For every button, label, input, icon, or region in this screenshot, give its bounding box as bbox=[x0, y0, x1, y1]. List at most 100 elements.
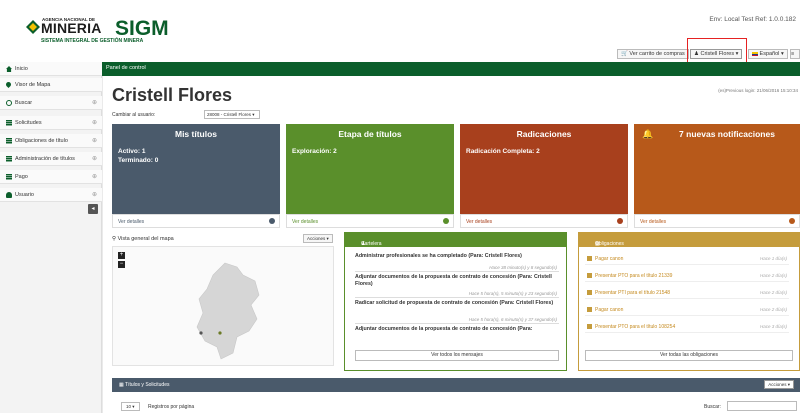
map-title: ⚲ Vista general del mapa bbox=[112, 236, 174, 242]
expand-icon[interactable]: ⊕ bbox=[92, 155, 97, 162]
chevron-down-icon: ▾ bbox=[131, 404, 135, 409]
sidebar-item-visor-de-mapa[interactable]: Visor de Mapa bbox=[0, 78, 102, 92]
sidebar-item-solicitudes[interactable]: Solicitudes ⊕ bbox=[0, 116, 102, 130]
cart-button[interactable]: 🛒 Ver carrito de compras bbox=[617, 49, 689, 59]
obligation-text: Pagar canon bbox=[595, 307, 624, 313]
page-title: Cristell Flores bbox=[112, 85, 233, 105]
flag-icon bbox=[752, 51, 758, 56]
card-title: Mis títulos bbox=[174, 129, 218, 139]
card-footer-link[interactable]: Ver detalles bbox=[460, 214, 628, 228]
obligation-item[interactable]: Pagar canon Hace 2 día(s) bbox=[585, 304, 789, 316]
titles-table-header: ▦ Títulos y Solicitudes Acciones ▾ bbox=[112, 378, 800, 392]
agency-logo[interactable]: AGENCIA NACIONAL DE MINERIA SIGM SISTEMA… bbox=[26, 14, 169, 48]
announcement-item[interactable]: Radicar solicitud de propuesta de contra… bbox=[355, 300, 559, 324]
announcement-item[interactable]: Administrar profesionales se ha completa… bbox=[355, 253, 559, 272]
obligation-when: Hace 2 día(s) bbox=[759, 273, 787, 278]
chevron-left-icon: ◂ bbox=[91, 206, 95, 212]
card-radicaciones: Radicaciones Radicación Completa: 2 Ver … bbox=[460, 124, 628, 228]
switch-user-select[interactable]: 28008 - Cristell Flores ▾ bbox=[204, 110, 260, 119]
card-footer-link[interactable]: Ver detalles bbox=[286, 214, 454, 228]
title-location-marker[interactable] bbox=[218, 331, 222, 335]
chevron-down-icon: ▾ bbox=[786, 382, 790, 387]
card-line: Radicación Completa: 2 bbox=[466, 148, 540, 155]
table-icon bbox=[6, 156, 12, 162]
obligation-text: Pagar canon bbox=[595, 256, 624, 262]
sidebar-item-label: Inicio bbox=[15, 66, 28, 72]
card-footer-link[interactable]: Ver detalles bbox=[112, 214, 280, 228]
card-line: Activo: 1 bbox=[118, 148, 146, 155]
arrow-right-icon bbox=[269, 218, 275, 224]
map-actions-label: Acciones bbox=[307, 236, 326, 241]
card-title: 7 nuevas notificaciones bbox=[679, 129, 775, 139]
announcement-time: Hace 5 hora(s), 6 minuto(s) y 37 segundo… bbox=[468, 317, 557, 322]
obligation-when: Hace 2 día(s) bbox=[759, 307, 787, 312]
sidebar-item-pago[interactable]: Pago ⊕ bbox=[0, 170, 102, 184]
announcement-item[interactable]: Adjuntar documentos de la propuesta de c… bbox=[355, 326, 559, 338]
breadcrumb[interactable]: Panel de control bbox=[106, 65, 146, 71]
card-line: Terminado: 0 bbox=[118, 157, 159, 164]
obligation-item[interactable]: Pagar canon Hace 1 día(s) bbox=[585, 253, 789, 265]
title-location-marker[interactable] bbox=[199, 331, 203, 335]
arrow-right-icon bbox=[617, 218, 623, 224]
expand-icon[interactable]: ⊕ bbox=[92, 99, 97, 106]
expand-icon[interactable]: ⊕ bbox=[92, 173, 97, 180]
sidebar-item-administracion[interactable]: Administración de títulos ⊕ bbox=[0, 152, 102, 166]
user-icon bbox=[6, 192, 12, 198]
obligation-item[interactable]: Presentar PTO para el título 21339 Hace … bbox=[585, 270, 789, 282]
sidebar-item-label: Obligaciones de título bbox=[15, 138, 68, 144]
card-footer-link[interactable]: Ver detalles bbox=[634, 214, 800, 228]
sidebar: Inicio Visor de Mapa Buscar ⊕ Solicitude… bbox=[0, 62, 102, 413]
language-button[interactable]: Español ▾ bbox=[748, 49, 788, 59]
menu-toggle-button[interactable]: ≡ bbox=[790, 49, 800, 59]
expand-icon[interactable]: ⊕ bbox=[92, 119, 97, 126]
view-all-obligations-button[interactable]: Ver todas las obligaciones bbox=[585, 350, 793, 361]
logo-mineria-text: MINERIA bbox=[41, 20, 102, 36]
table-icon bbox=[6, 120, 12, 126]
titles-table-title: Títulos y Solicitudes bbox=[125, 382, 170, 388]
card-title: Radicaciones bbox=[516, 129, 572, 139]
search-icon bbox=[6, 100, 12, 106]
card-footer-label: Ver detalles bbox=[466, 219, 493, 225]
sidebar-item-inicio[interactable]: Inicio bbox=[0, 62, 102, 76]
card-line: Exploración: 2 bbox=[292, 148, 337, 155]
obligation-when: Hace 1 día(s) bbox=[759, 256, 787, 261]
map-actions-button[interactable]: Acciones ▾ bbox=[303, 234, 333, 243]
obligation-item[interactable]: Presentar PTO para el título 108254 Hace… bbox=[585, 321, 789, 333]
sidebar-item-obligaciones[interactable]: Obligaciones de título ⊕ bbox=[0, 134, 102, 148]
search-input[interactable] bbox=[727, 401, 797, 411]
sidebar-item-buscar[interactable]: Buscar ⊕ bbox=[0, 96, 102, 110]
titles-actions-button[interactable]: Acciones ▾ bbox=[764, 380, 794, 389]
expand-icon[interactable]: ⊕ bbox=[92, 137, 97, 144]
hamburger-icon: ≡ bbox=[791, 51, 795, 57]
header: AGENCIA NACIONAL DE MINERIA SIGM SISTEMA… bbox=[0, 0, 800, 62]
announcement-time: Hace 5 hora(s), 5 minuto(s) y 23 segundo… bbox=[468, 291, 557, 296]
announcement-item[interactable]: Adjuntar documentos de la propuesta de c… bbox=[355, 274, 559, 298]
zoom-out-button[interactable]: − bbox=[118, 261, 125, 268]
obligation-text: Presentar PTI para el título 21548 bbox=[595, 290, 671, 296]
sidebar-item-usuario[interactable]: Usuario ⊕ bbox=[0, 188, 102, 202]
control-panel-bar: Panel de control bbox=[0, 62, 800, 76]
card-footer-label: Ver detalles bbox=[118, 219, 145, 225]
language-label: Español bbox=[759, 51, 780, 57]
table-icon bbox=[587, 324, 592, 329]
announcements-panel: ♟ Cartelera de anuncios Administrar prof… bbox=[344, 232, 567, 371]
previous-login-info: (es)Previous login: 21/06/2016 15:10:34 bbox=[718, 88, 798, 93]
table-icon bbox=[6, 138, 12, 144]
arrow-right-icon bbox=[789, 218, 795, 224]
zoom-in-button[interactable]: + bbox=[118, 252, 125, 259]
main-content: Cristell Flores (es)Previous login: 21/0… bbox=[103, 76, 800, 413]
home-icon bbox=[6, 66, 12, 72]
chevron-down-icon: ▾ bbox=[779, 51, 784, 57]
obligation-item[interactable]: Presentar PTI para el título 21548 Hace … bbox=[585, 287, 789, 299]
records-per-page-select[interactable]: 10 ▾ bbox=[121, 402, 140, 411]
announcement-text: Adjuntar documentos de la propuesta de c… bbox=[355, 274, 552, 287]
chevron-down-icon: ▾ bbox=[251, 112, 255, 117]
view-all-messages-button[interactable]: Ver todos los mensajes bbox=[355, 350, 559, 361]
obligation-when: Hace 3 día(s) bbox=[759, 324, 787, 329]
arrow-right-icon bbox=[443, 218, 449, 224]
chevron-down-icon: ▾ bbox=[325, 236, 329, 241]
expand-icon[interactable]: ⊕ bbox=[92, 191, 97, 198]
sidebar-collapse-button[interactable]: ◂ bbox=[88, 204, 98, 214]
colombia-map-shape bbox=[196, 262, 260, 360]
map-view[interactable]: + − bbox=[112, 246, 334, 366]
